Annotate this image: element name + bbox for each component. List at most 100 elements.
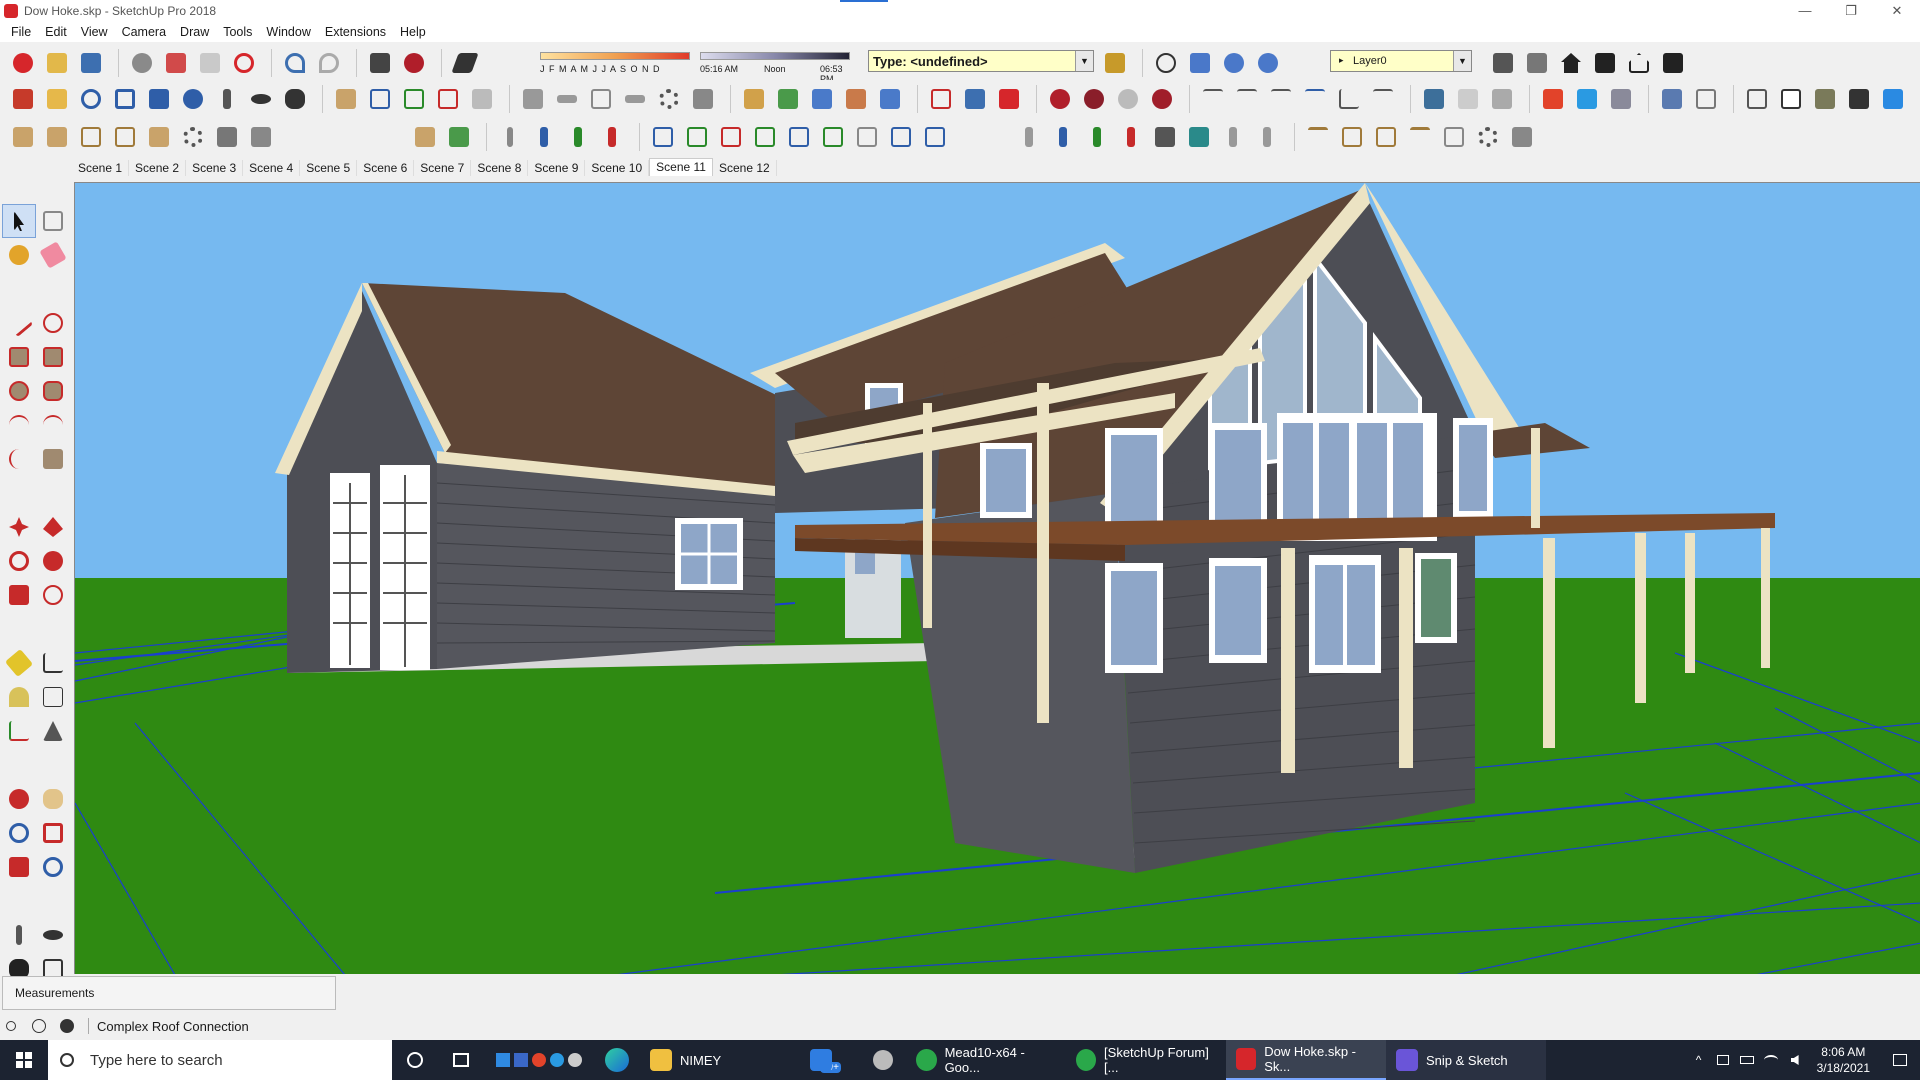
geolocation-icon[interactable] [6,1021,16,1031]
position-camera-palette-button[interactable] [2,918,36,952]
back-edges-button[interactable] [1691,84,1721,114]
tab-scene-12[interactable]: Scene 12 [713,160,777,176]
export-pdf-button[interactable] [994,84,1024,114]
ruby-tool-3-button[interactable] [1113,84,1143,114]
roof-draw-button[interactable] [1303,122,1333,152]
task-view-button[interactable] [438,1040,484,1080]
look-around-palette-button[interactable] [36,918,70,952]
tab-scene-2[interactable]: Scene 2 [129,160,187,176]
roof-columns-button[interactable] [1507,122,1537,152]
menu-edit[interactable]: Edit [38,25,74,39]
erase-button[interactable] [229,48,259,78]
dimension-1-button[interactable] [1198,84,1228,114]
measurements-box[interactable]: Measurements [2,976,336,1010]
sketchup-pinned-button[interactable] [860,1040,906,1080]
rectangle-tool-button[interactable] [2,340,36,374]
floor-1-button[interactable] [648,122,678,152]
foundation-button[interactable] [518,84,548,114]
pinned-apps[interactable] [484,1040,594,1080]
taskbar-app-nimey[interactable]: NIMEY [640,1040,800,1080]
post-move-button[interactable] [1048,122,1078,152]
slab-button[interactable] [586,84,616,114]
tab-scene-9[interactable]: Scene 9 [528,160,586,176]
look-around-2-button[interactable] [246,84,276,114]
tray-battery-button[interactable] [1735,1040,1759,1080]
zoom-extents-palette-button[interactable] [2,850,36,884]
model-info-button[interactable] [399,48,429,78]
roof-export-button[interactable] [1439,122,1469,152]
gable-wall-button[interactable] [42,122,72,152]
cut-button[interactable] [127,48,157,78]
dimension-6-button[interactable] [1368,84,1398,114]
shadows-toggle-button[interactable] [450,48,480,78]
walk-button[interactable] [1185,48,1215,78]
monochrome-button[interactable] [1878,84,1908,114]
insert-tool-button[interactable] [399,84,429,114]
edit-truss-button[interactable] [773,84,803,114]
ruby-tool-4-button[interactable] [1147,84,1177,114]
taskbar-app-snip[interactable]: Snip & Sketch [1386,1040,1546,1080]
shaded-button[interactable] [1810,84,1840,114]
framing-settings-button[interactable] [178,122,208,152]
rotated-rectangle-button[interactable] [36,340,70,374]
paste-button[interactable] [195,48,225,78]
taskbar-app-chrome-forum[interactable]: [SketchUp Forum] [... [1066,1040,1226,1080]
push-pull-button[interactable] [36,510,70,544]
pan-tool-button[interactable] [36,782,70,816]
walk-2-button[interactable] [280,84,310,114]
dimension-2-button[interactable] [1232,84,1262,114]
rafter-edit-button[interactable] [444,122,474,152]
two-point-arc-button[interactable] [36,408,70,442]
ruby-tool-1-button[interactable] [1045,84,1075,114]
offset-tool-button[interactable] [36,578,70,612]
export-dxf-button[interactable] [960,84,990,114]
tab-scene-8[interactable]: Scene 8 [471,160,529,176]
wall-tool-button[interactable] [331,84,361,114]
joist-insert-button[interactable] [563,122,593,152]
redo-button[interactable] [314,48,344,78]
post-delete-button[interactable] [1116,122,1146,152]
joist-move-button[interactable] [529,122,559,152]
opening-tool-button[interactable] [365,84,395,114]
polygon-tool-button[interactable] [36,374,70,408]
copy-truss-button[interactable] [841,84,871,114]
tab-scene-4[interactable]: Scene 4 [243,160,301,176]
insert-truss-button[interactable] [875,84,905,114]
stair-edit-button[interactable] [1184,122,1214,152]
move-tool-palette-button[interactable] [2,510,36,544]
warehouse-button[interactable] [1488,48,1518,78]
circle-tool-button[interactable] [2,374,36,408]
xray-button[interactable] [1657,84,1687,114]
draw-truss-button[interactable] [739,84,769,114]
garage-door-button[interactable] [144,122,174,152]
shaded-textures-button[interactable] [1844,84,1874,114]
wall-framing-button[interactable] [8,122,38,152]
tray-wifi-button[interactable] [1759,1040,1783,1080]
3d-text-button[interactable] [36,714,70,748]
wireframe-button[interactable] [1742,84,1772,114]
notifications-button[interactable] [1880,1040,1920,1080]
previous-view-button[interactable] [178,84,208,114]
floor-3-button[interactable] [716,122,746,152]
joist-button[interactable] [495,122,525,152]
zoom-tool-button[interactable] [76,84,106,114]
hidden-line-button[interactable] [1776,84,1806,114]
move-tool-button[interactable] [8,84,38,114]
rotate-tool-button[interactable] [2,544,36,578]
home-view-button[interactable] [1556,48,1586,78]
post-button[interactable] [1014,122,1044,152]
undo-button[interactable] [280,48,310,78]
floor-8-button[interactable] [886,122,916,152]
paint-bucket-button[interactable] [2,238,36,272]
tab-scene-3[interactable]: Scene 3 [186,160,244,176]
settings-button[interactable] [654,84,684,114]
date-slider[interactable] [540,52,690,60]
menu-file[interactable]: File [4,25,38,39]
dimension-3-button[interactable] [1266,84,1296,114]
make-component-button[interactable] [36,204,70,238]
export-report-button[interactable] [926,84,956,114]
menu-extensions[interactable]: Extensions [318,25,393,39]
roof-button[interactable] [1624,48,1654,78]
column-2-button[interactable] [1252,122,1282,152]
floor-5-button[interactable] [784,122,814,152]
